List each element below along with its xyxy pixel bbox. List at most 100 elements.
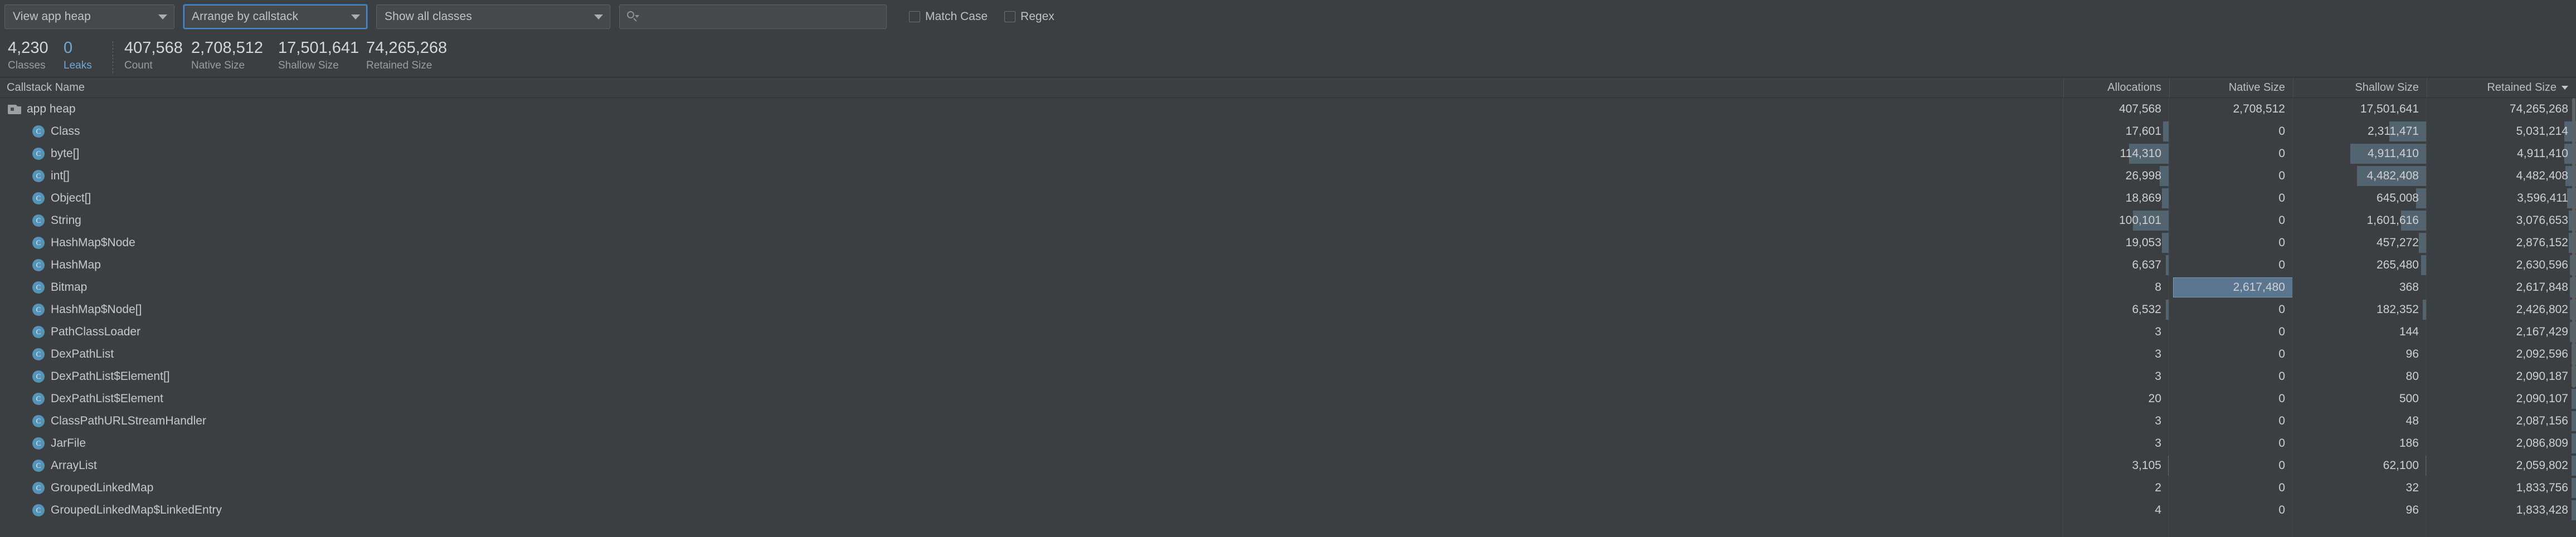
table-body: app heap 407,568 2,708,512 17,501,641 74,265… bbox=[0, 98, 2576, 537]
table-row[interactable]: C Class 17,601 0 2,311,471 5,031,214 bbox=[0, 120, 2576, 143]
cell-callstack-name: app heap bbox=[0, 102, 2063, 116]
cell-retained-size: 2,092,596 bbox=[2427, 343, 2576, 365]
cell-callstack-name: C String bbox=[0, 214, 2063, 227]
row-label: HashMap bbox=[51, 258, 101, 271]
cell-retained-size-value: 5,031,214 bbox=[2516, 125, 2568, 138]
cell-shallow-size: 48 bbox=[2293, 410, 2427, 432]
cell-shallow-size-value: 457,272 bbox=[2376, 236, 2419, 249]
table-row[interactable]: C GroupedLinkedMap 2 0 32 1,833,756 bbox=[0, 477, 2576, 499]
cell-native-size: 0 bbox=[2169, 455, 2293, 477]
cell-shallow-size: 1,601,616 bbox=[2293, 209, 2427, 232]
cell-retained-size: 2,876,152 bbox=[2427, 232, 2576, 254]
cell-shallow-size: 500 bbox=[2293, 388, 2427, 410]
cell-callstack-name: C HashMap bbox=[0, 258, 2063, 272]
filter-toolbar: View app heap Arrange by callstack Show … bbox=[0, 0, 2576, 33]
table-row[interactable]: Cbyte[] 114,310 0 4,911,410 4,911,410 bbox=[0, 143, 2576, 165]
column-header-native-size-label: Native Size bbox=[2228, 81, 2285, 94]
stat-shallow-size-value: 17,501,641 bbox=[278, 39, 359, 57]
search-input[interactable] bbox=[643, 9, 881, 24]
scrollbar-thumb[interactable] bbox=[2572, 98, 2575, 388]
table-row[interactable]: C PathClassLoader 3 0 144 2,167,429 bbox=[0, 321, 2576, 343]
cell-callstack-name: C PathClassLoader bbox=[0, 325, 2063, 339]
cell-retained-size-value: 2,630,596 bbox=[2516, 258, 2568, 271]
classes-select[interactable]: Show all classes bbox=[376, 4, 610, 29]
column-header-retained-size[interactable]: Retained Size bbox=[2427, 77, 2576, 97]
cell-native-size-value: 0 bbox=[2278, 303, 2285, 316]
cell-native-size: 0 bbox=[2169, 499, 2293, 521]
cell-native-size: 0 bbox=[2169, 299, 2293, 321]
cell-allocations-value: 26,998 bbox=[2125, 169, 2161, 182]
table-row[interactable]: C Bitmap 8 2,617,480 368 2,617,848 bbox=[0, 276, 2576, 299]
stat-native-size-label: Native Size bbox=[191, 59, 245, 71]
column-header-callstack-name[interactable]: Callstack Name bbox=[0, 77, 2063, 97]
vertical-scrollbar[interactable] bbox=[2572, 98, 2576, 537]
cell-callstack-name: C Class bbox=[0, 125, 2063, 138]
cell-shallow-size-value: 182,352 bbox=[2376, 303, 2419, 316]
search-field[interactable] bbox=[619, 4, 887, 29]
column-header-shallow-size[interactable]: Shallow Size bbox=[2293, 77, 2427, 97]
match-case-checkbox[interactable]: Match Case bbox=[909, 10, 988, 23]
cell-shallow-size-value: 4,911,410 bbox=[2368, 147, 2419, 160]
cell-allocations: 6,532 bbox=[2063, 299, 2169, 321]
row-label: int[] bbox=[51, 169, 70, 182]
cell-retained-size: 2,059,802 bbox=[2427, 455, 2576, 477]
cell-retained-size-value: 2,087,156 bbox=[2516, 414, 2568, 427]
cell-allocations-value: 407,568 bbox=[2119, 102, 2161, 115]
cell-shallow-size: 182,352 bbox=[2293, 299, 2427, 321]
table-row[interactable]: C ClassPathURLStreamHandler 3 0 48 2,087,156 bbox=[0, 410, 2576, 432]
heap-select[interactable]: View app heap bbox=[4, 4, 174, 29]
class-icon: C bbox=[32, 504, 45, 516]
row-label: DexPathList$Element bbox=[51, 392, 163, 405]
cell-allocations-value: 4 bbox=[2155, 504, 2161, 516]
table-row[interactable]: C Object[] 18,869 0 645,008 3,596,411 bbox=[0, 187, 2576, 209]
cell-native-size-value: 0 bbox=[2278, 370, 2285, 383]
cell-allocations-value: 6,637 bbox=[2132, 258, 2161, 271]
cell-native-size-value: 0 bbox=[2278, 392, 2285, 405]
table-row[interactable]: C String 100,101 0 1,601,616 3,076,653 bbox=[0, 209, 2576, 232]
table-row[interactable]: C GroupedLinkedMap$LinkedEntry 4 0 96 1,833,4… bbox=[0, 499, 2576, 521]
cell-shallow-size-value: 17,501,641 bbox=[2360, 102, 2419, 115]
cell-allocations: 18,869 bbox=[2063, 187, 2169, 209]
table-row[interactable]: C ArrayList 3,105 0 62,100 2,059,802 bbox=[0, 455, 2576, 477]
class-icon: C bbox=[32, 482, 45, 494]
cell-shallow-size: 186 bbox=[2293, 432, 2427, 455]
cell-retained-size-value: 4,911,410 bbox=[2517, 147, 2568, 160]
cell-retained-size: 4,482,408 bbox=[2427, 165, 2576, 187]
cell-allocations-value: 6,532 bbox=[2132, 303, 2161, 316]
stat-shallow-size-label: Shallow Size bbox=[278, 59, 339, 71]
table-row[interactable]: C HashMap$Node[] 6,532 0 182,352 2,426,802 bbox=[0, 299, 2576, 321]
cell-retained-size: 2,090,107 bbox=[2427, 388, 2576, 410]
row-label: byte[] bbox=[51, 147, 80, 160]
memory-profiler-heap-dump: View app heap Arrange by callstack Show … bbox=[0, 0, 2576, 537]
stat-leaks[interactable]: 0 Leaks bbox=[64, 40, 98, 72]
table-row[interactable]: C DexPathList$Element[] 3 0 80 2,090,187 bbox=[0, 365, 2576, 388]
arrange-select-value: Arrange by callstack bbox=[192, 10, 299, 23]
column-header-allocations[interactable]: Allocations bbox=[2063, 77, 2169, 97]
table-row[interactable]: app heap 407,568 2,708,512 17,501,641 74,265… bbox=[0, 98, 2576, 120]
column-header-native-size[interactable]: Native Size bbox=[2169, 77, 2293, 97]
table-row[interactable]: Cint[] 26,998 0 4,482,408 4,482,408 bbox=[0, 165, 2576, 187]
table-row[interactable]: C HashMap$Node 19,053 0 457,272 2,876,152 bbox=[0, 232, 2576, 254]
stat-retained-size: 74,265,268 Retained Size bbox=[366, 40, 450, 72]
cell-callstack-name: C HashMap$Node[] bbox=[0, 303, 2063, 316]
cell-native-size-value: 0 bbox=[2278, 325, 2285, 338]
table-row[interactable]: C DexPathList 3 0 96 2,092,596 bbox=[0, 343, 2576, 365]
cell-allocations: 8 bbox=[2063, 276, 2169, 299]
arrange-select[interactable]: Arrange by callstack bbox=[183, 4, 367, 29]
regex-checkbox[interactable]: Regex bbox=[1004, 10, 1054, 23]
regex-label: Regex bbox=[1020, 10, 1054, 23]
cell-shallow-size: 2,311,471 bbox=[2293, 120, 2427, 143]
cell-callstack-name: C Object[] bbox=[0, 192, 2063, 205]
row-label: Class bbox=[51, 125, 80, 138]
cell-callstack-name: C DexPathList$Element bbox=[0, 392, 2063, 406]
stat-classes-label: Classes bbox=[8, 59, 46, 71]
cell-shallow-size: 4,482,408 bbox=[2293, 165, 2427, 187]
table-row[interactable]: C HashMap 6,637 0 265,480 2,630,596 bbox=[0, 254, 2576, 276]
cell-native-size-value: 0 bbox=[2278, 236, 2285, 249]
cell-allocations-value: 3 bbox=[2155, 437, 2161, 450]
table-row[interactable]: C JarFile 3 0 186 2,086,809 bbox=[0, 432, 2576, 455]
cell-callstack-name: C DexPathList bbox=[0, 348, 2063, 361]
cell-callstack-name: C Bitmap bbox=[0, 281, 2063, 294]
class-icon: C bbox=[32, 304, 45, 316]
table-row[interactable]: C DexPathList$Element 20 0 500 2,090,107 bbox=[0, 388, 2576, 410]
